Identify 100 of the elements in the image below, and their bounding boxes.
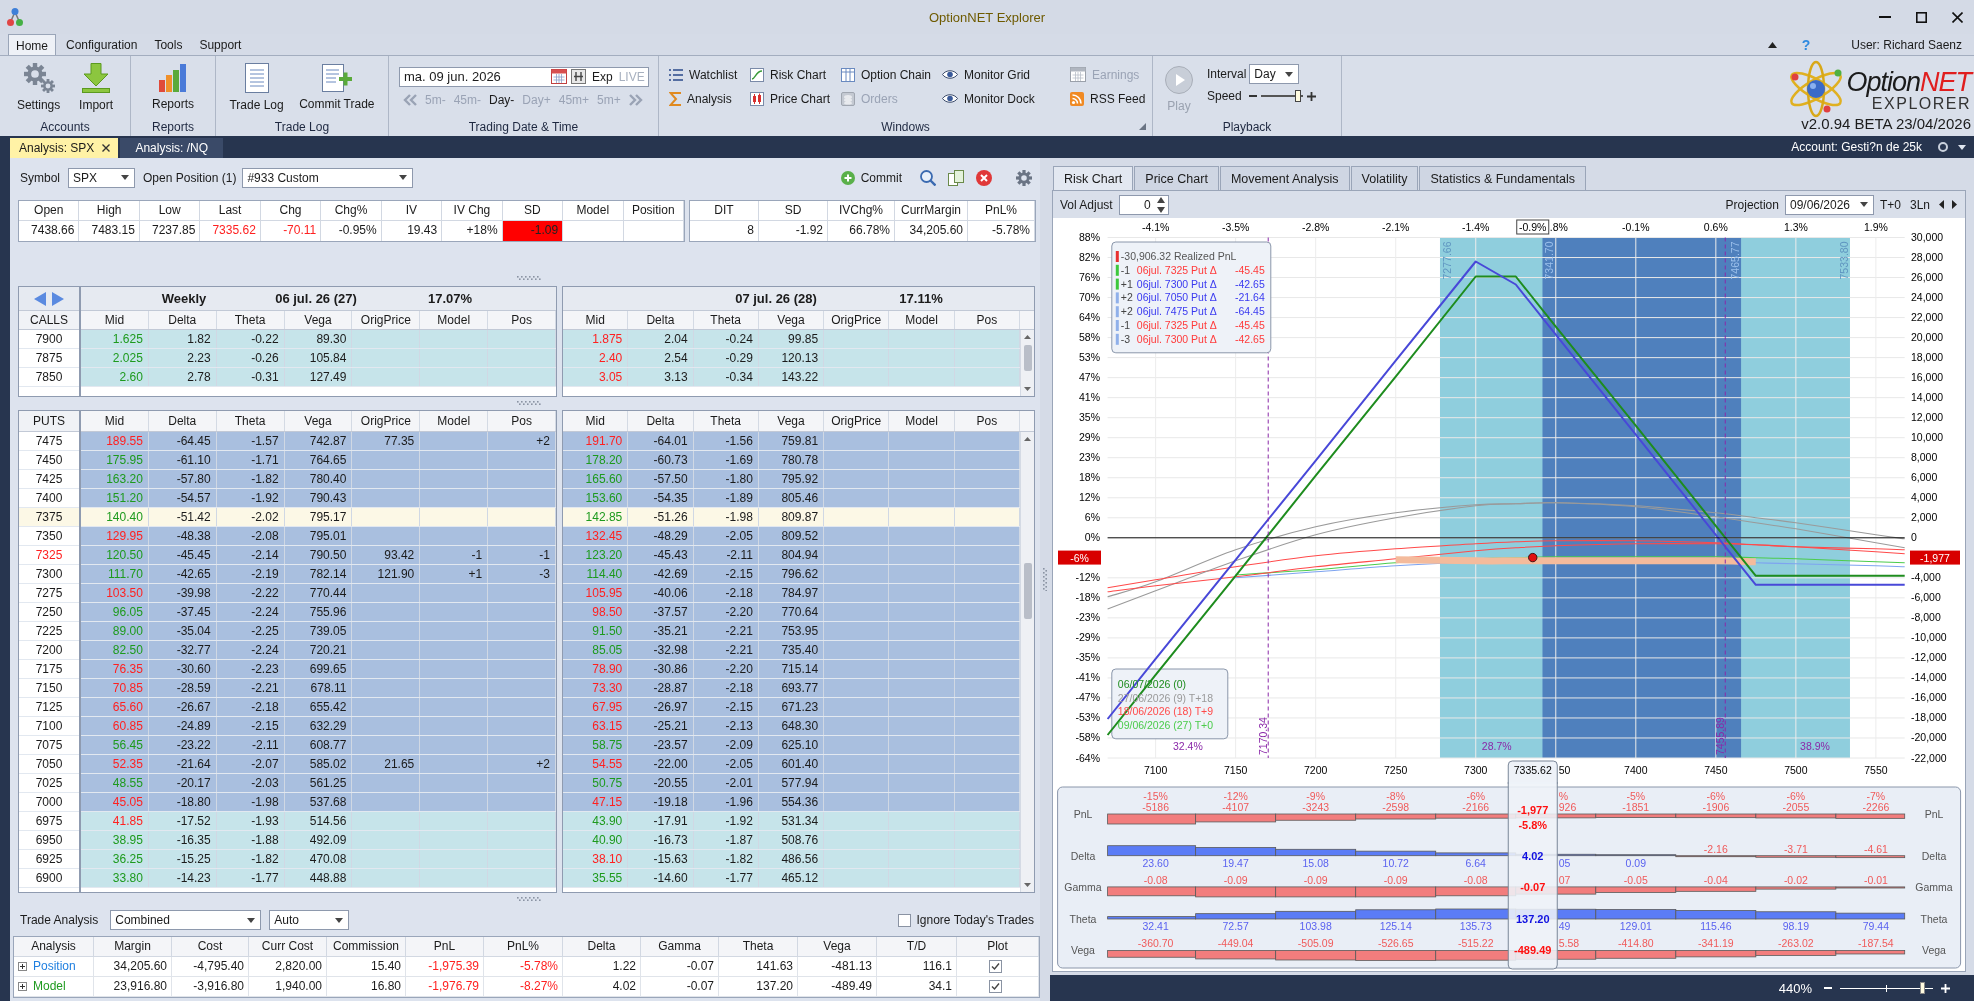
menu-tab[interactable]: Tools: [147, 34, 190, 55]
vega-cell: 537.68: [284, 793, 353, 811]
splitter-grip[interactable]: [517, 897, 541, 901]
view-tab[interactable]: Volatility: [1350, 166, 1419, 190]
delta-cell: -15.63: [628, 850, 694, 868]
scrollbar-thumb[interactable]: [1023, 563, 1032, 619]
spinner-icon[interactable]: [1156, 196, 1165, 213]
expand-icon[interactable]: [18, 962, 27, 971]
status-circle-icon[interactable]: [1938, 142, 1948, 152]
vol-adjust-field[interactable]: 0: [1118, 194, 1169, 215]
settings-button[interactable]: Settings: [14, 61, 63, 112]
delta-cell: -24.89: [148, 717, 217, 735]
checkbox[interactable]: [989, 960, 1002, 973]
vega-cell: 804.94: [758, 546, 825, 564]
vega-cell: 89.30: [284, 330, 353, 348]
close-icon[interactable]: [1952, 11, 1963, 23]
caret-left-icon[interactable]: [1939, 200, 1944, 209]
window-button[interactable]: RSS Feed: [1070, 91, 1146, 106]
minus-icon[interactable]: [1249, 95, 1258, 97]
caret-up-icon[interactable]: [1767, 41, 1777, 48]
mid-price-cell: 2.40: [563, 349, 629, 367]
projection-label: Projection: [1725, 197, 1779, 212]
calendar-icon[interactable]: [551, 69, 567, 84]
window-button[interactable]: Analysis: [669, 91, 750, 106]
view-tab[interactable]: Risk Chart: [1053, 166, 1134, 190]
delta-cell: -21.64: [148, 755, 217, 773]
window-button[interactable]: Monitor Dock: [942, 91, 1070, 106]
position-dropdown[interactable]: #933 Custom: [242, 167, 414, 188]
scale-dropdown[interactable]: Auto: [269, 910, 350, 930]
splitter-grip[interactable]: [517, 401, 541, 405]
line-count-label[interactable]: 3Ln: [1909, 197, 1930, 212]
commit-trade-button[interactable]: Commit Trade: [297, 62, 377, 111]
expiry-button[interactable]: Exp: [589, 66, 616, 87]
window-button[interactable]: Monitor Grid: [942, 67, 1070, 82]
checkbox[interactable]: [897, 913, 911, 927]
checkbox[interactable]: [989, 980, 1002, 993]
caret-right-icon[interactable]: [1952, 200, 1957, 209]
plus-icon[interactable]: [1307, 91, 1317, 101]
axis-label: 6,000: [1911, 471, 1938, 484]
projection-date-dropdown[interactable]: 09/06/2026: [1784, 194, 1874, 215]
document-tab[interactable]: Analysis: /NQ: [120, 138, 224, 158]
axis-label: 29%: [1079, 431, 1100, 444]
delta-cell: -16.73: [628, 831, 694, 849]
splitter-grip[interactable]: [1043, 567, 1047, 592]
search-icon[interactable]: [920, 169, 936, 186]
column-header: Mid: [563, 411, 629, 431]
scroll-down-icon[interactable]: [1024, 387, 1031, 391]
date-field[interactable]: ma. 09 jun. 2026: [399, 66, 589, 87]
scrollbar-thumb[interactable]: [1023, 345, 1032, 371]
panels-icon[interactable]: [948, 169, 964, 186]
trade-log-button[interactable]: Trade Log: [227, 61, 286, 112]
slider-thumb[interactable]: [1920, 982, 1926, 994]
menu-tab[interactable]: Home: [8, 34, 56, 55]
vega-cell: 796.62: [758, 565, 825, 583]
window-button[interactable]: Risk Chart: [750, 67, 841, 82]
menu-tab[interactable]: Support: [192, 34, 249, 55]
window-button[interactable]: Watchlist: [669, 67, 750, 82]
close-icon[interactable]: [102, 144, 111, 152]
theta-cell: -2.18: [693, 679, 759, 697]
mid-price-cell: 123.20: [563, 546, 629, 564]
view-tab[interactable]: Statistics & Fundamentals: [1419, 166, 1586, 190]
caret-down-icon: [335, 917, 344, 923]
column-header: Pos: [488, 411, 556, 431]
analysis-name[interactable]: Model: [33, 977, 66, 996]
delta-cell: -39.98: [148, 584, 217, 602]
symbol-dropdown[interactable]: SPX: [68, 167, 135, 188]
document-tab[interactable]: Analysis: SPX: [10, 138, 119, 158]
menu-tab[interactable]: Configuration: [59, 34, 145, 55]
analysis-name[interactable]: Position: [33, 957, 76, 976]
splitter-grip[interactable]: [517, 276, 541, 280]
scroll-up-icon[interactable]: [1024, 437, 1031, 441]
commit-button[interactable]: Commit: [840, 170, 902, 185]
bar-value-label: -4107: [1222, 801, 1250, 813]
time-offset-label[interactable]: T+0: [1879, 197, 1901, 212]
vega-cell: 120.13: [758, 349, 825, 367]
scrollbar[interactable]: [1020, 330, 1034, 396]
window-button[interactable]: Option Chain: [841, 67, 942, 82]
maximize-icon[interactable]: [1916, 11, 1927, 23]
view-tab[interactable]: Movement Analysis: [1219, 166, 1350, 190]
interval-dropdown[interactable]: Day: [1249, 64, 1300, 84]
expand-icon[interactable]: [18, 982, 27, 991]
view-tab[interactable]: Price Chart: [1134, 166, 1219, 190]
dialog-launcher-icon[interactable]: [1139, 123, 1146, 130]
settings-icon[interactable]: [1016, 169, 1032, 186]
window-button[interactable]: Price Chart: [750, 91, 841, 106]
time-step-button[interactable]: Day-: [489, 92, 515, 107]
scroll-up-icon[interactable]: [1024, 335, 1031, 339]
scrollbar[interactable]: [1020, 432, 1034, 892]
import-button[interactable]: Import: [77, 61, 116, 112]
axis-label: 35%: [1079, 411, 1100, 424]
sliders-icon[interactable]: [571, 69, 586, 84]
slider-thumb[interactable]: [1294, 90, 1301, 102]
theta-cell: -2.22: [216, 584, 285, 602]
quote-value: 7438.66: [19, 221, 80, 241]
analysis-mode-dropdown[interactable]: Combined: [110, 910, 262, 930]
theta-cell: -1.69: [693, 451, 759, 469]
triangle-right-icon[interactable]: [52, 291, 64, 306]
reports-button[interactable]: Reports: [150, 62, 196, 111]
scroll-down-icon[interactable]: [1024, 883, 1031, 887]
triangle-left-icon[interactable]: [34, 291, 46, 306]
